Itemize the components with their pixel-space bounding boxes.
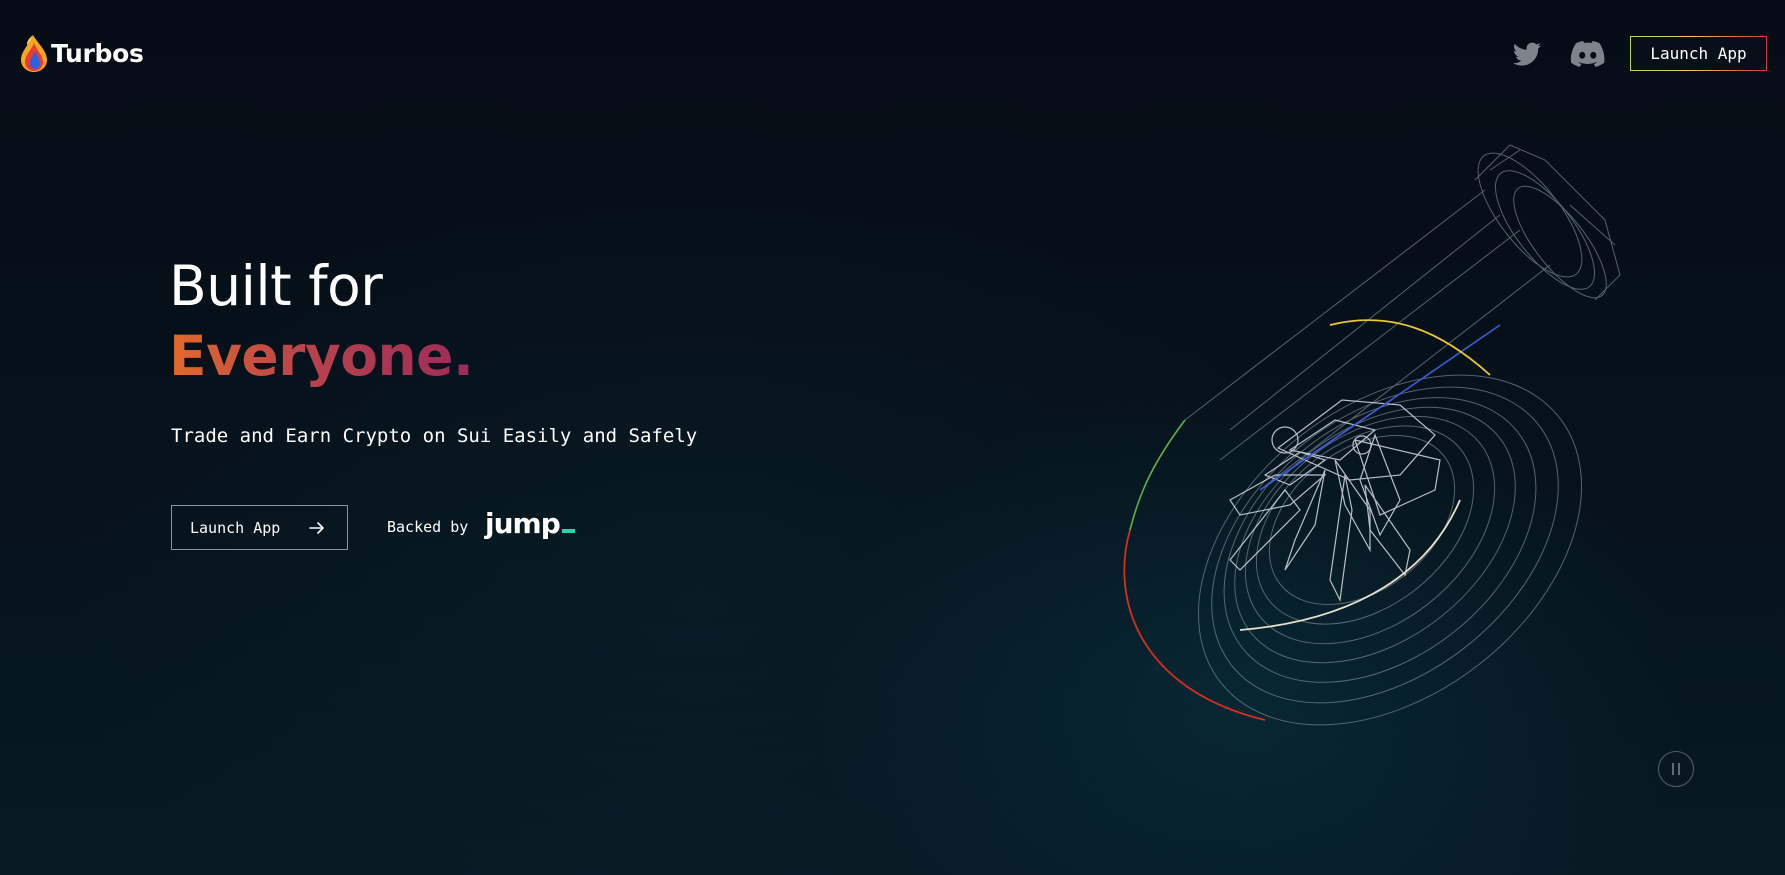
hero-launch-app-button[interactable]: Launch App [171, 505, 348, 550]
twitter-link[interactable] [1510, 37, 1544, 71]
turbos-drop-icon [21, 35, 47, 72]
brand-name: Turbos [51, 38, 144, 68]
arrow-right-icon [309, 522, 324, 534]
hero-title-line1: Built for [169, 254, 383, 318]
backed-by-label: Backed by [387, 518, 469, 536]
pause-icon [1672, 763, 1680, 775]
jump-wordmark: jump [485, 507, 561, 540]
turbo-wireframe-illustration [1123, 144, 1621, 726]
jump-logo[interactable]: jump [485, 508, 575, 540]
hero-subtitle: Trade and Earn Crypto on Sui Easily and … [171, 425, 698, 447]
header-launch-app-button[interactable]: Launch App [1630, 36, 1767, 71]
turbos-logo[interactable]: Turbos [19, 33, 144, 73]
hero-launch-label: Launch App [190, 518, 281, 537]
jump-accent-bar [561, 529, 575, 533]
hero-title-highlight: Everyone. [169, 320, 474, 392]
media-pause-button[interactable] [1658, 751, 1694, 787]
discord-icon [1570, 41, 1605, 67]
discord-link[interactable] [1570, 39, 1606, 69]
twitter-icon [1512, 42, 1541, 66]
